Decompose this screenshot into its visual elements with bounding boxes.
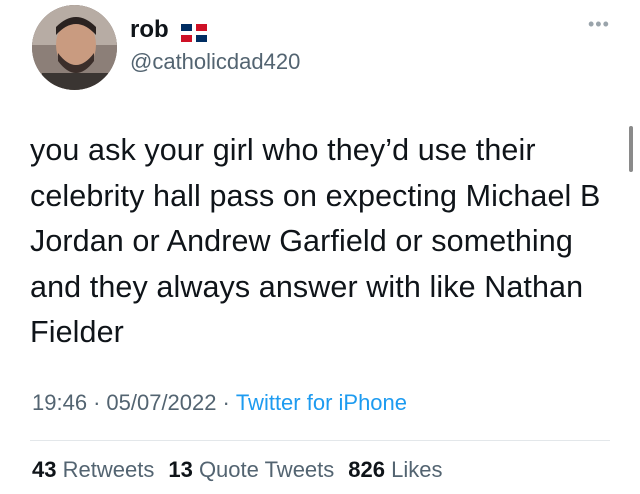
user-handle[interactable]: @catholicdad420 [130,49,300,75]
tweet-metadata: 19:46 · 05/07/2022 · Twitter for iPhone [32,390,407,416]
separator-dot: · [222,390,230,415]
avatar[interactable] [32,5,117,90]
engagement-stats: 43 Retweets 13 Quote Tweets 826 Likes [32,457,456,483]
tweet-date[interactable]: 05/07/2022 [106,390,216,415]
more-options-icon[interactable]: ••• [588,14,610,35]
quote-tweets-stat[interactable]: 13 Quote Tweets [168,457,334,482]
avatar-image [32,5,117,90]
user-name: rob [130,16,169,43]
tweet-card: rob @catholicdad420 ••• you ask your gir… [0,0,640,494]
retweets-stat[interactable]: 43 Retweets [32,457,154,482]
retweets-count: 43 [32,457,57,482]
tweet-time[interactable]: 19:46 [32,390,87,415]
quote-tweets-count: 13 [168,457,193,482]
retweets-label: Retweets [62,457,155,482]
likes-stat[interactable]: 826 Likes [348,457,442,482]
divider [30,440,610,441]
separator-dot: · [93,390,101,415]
tweet-text: you ask your girl who they’d use their c… [30,133,601,349]
scrollbar[interactable] [629,126,633,172]
quote-tweets-label: Quote Tweets [198,457,335,482]
likes-count: 826 [348,457,385,482]
dominican-republic-flag-icon [180,21,207,42]
display-name[interactable]: rob [130,16,207,44]
likes-label: Likes [391,457,443,482]
tweet-source-link[interactable]: Twitter for iPhone [236,390,407,415]
